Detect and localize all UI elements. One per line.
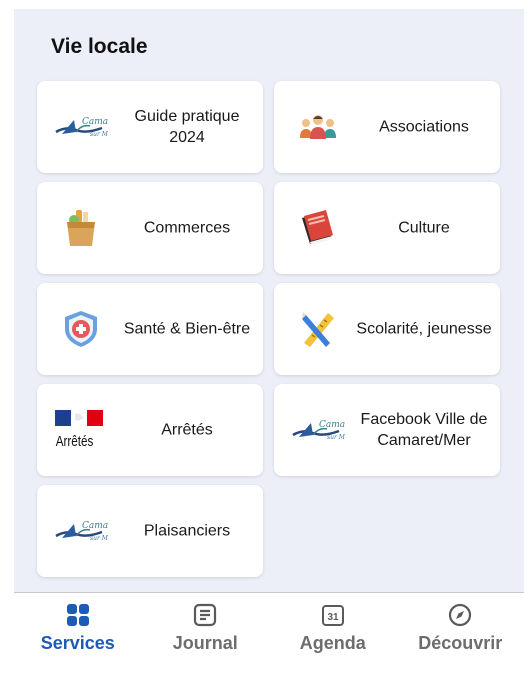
card-plaisanciers[interactable]: Camaret sur Mer Plaisanciers bbox=[37, 485, 263, 577]
camaret-logo-icon: Camaret sur Mer bbox=[290, 406, 346, 454]
compass-icon bbox=[446, 601, 474, 629]
arretes-icon-text: Arrêtés bbox=[56, 433, 94, 450]
svg-text:sur Mer: sur Mer bbox=[327, 434, 345, 441]
card-label: Guide pratique 2024 bbox=[134, 108, 240, 146]
card-label: Associations bbox=[379, 118, 469, 136]
tab-agenda[interactable]: 31 Agenda bbox=[269, 593, 397, 679]
card-label: Santé & Bien-être bbox=[123, 320, 251, 338]
svg-text:Camaret: Camaret bbox=[319, 420, 345, 430]
card-label: Arrêtés bbox=[161, 421, 213, 439]
grid-icon bbox=[64, 601, 92, 629]
card-arretes[interactable]: Arrêtés Arrêtés bbox=[37, 384, 263, 476]
card-label: Plaisanciers bbox=[143, 522, 231, 540]
journal-icon bbox=[191, 601, 219, 629]
camaret-logo-icon: Camaret sur Mer bbox=[53, 507, 109, 555]
bottom-navigation: Services Journal 31 Agenda Découvrir bbox=[14, 592, 524, 679]
card-associations[interactable]: Associations bbox=[274, 81, 500, 173]
card-label: Scolarité, jeunesse bbox=[356, 320, 492, 338]
card-commerces[interactable]: Commerces bbox=[37, 182, 263, 274]
people-group-icon bbox=[290, 103, 346, 151]
card-label: Facebook Ville de Camaret/Mer bbox=[360, 411, 488, 449]
card-label: Commerces bbox=[143, 219, 231, 237]
page-title: Vie locale bbox=[51, 35, 148, 58]
tab-services[interactable]: Services bbox=[14, 593, 142, 679]
tab-decouvrir[interactable]: Découvrir bbox=[397, 593, 525, 679]
svg-text:sur Mer: sur Mer bbox=[90, 535, 108, 542]
tab-label: Services bbox=[40, 633, 115, 653]
ruler-pencil-icon bbox=[290, 305, 346, 353]
card-guide-pratique[interactable]: Camaret sur Mer Guide pratique 2024 bbox=[37, 81, 263, 173]
calendar-icon: 31 bbox=[319, 601, 347, 629]
health-shield-icon bbox=[53, 305, 109, 353]
tab-label: Journal bbox=[172, 633, 238, 653]
card-culture[interactable]: Culture bbox=[274, 182, 500, 274]
card-scolarite[interactable]: Scolarité, jeunesse bbox=[274, 283, 500, 375]
card-sante[interactable]: Santé & Bien-être bbox=[37, 283, 263, 375]
calendar-icon-text: 31 bbox=[327, 612, 339, 623]
card-facebook[interactable]: Camaret sur Mer Facebook Ville de Camare… bbox=[274, 384, 500, 476]
svg-text:sur Mer: sur Mer bbox=[90, 131, 108, 138]
svg-text:Camaret: Camaret bbox=[82, 117, 108, 127]
services-grid: Camaret sur Mer Guide pratique 2024 A bbox=[37, 81, 501, 577]
app-screen: Vie locale Camaret sur Mer Guide pratiqu… bbox=[14, 9, 524, 592]
tab-journal[interactable]: Journal bbox=[142, 593, 270, 679]
tab-label: Découvrir bbox=[418, 633, 503, 653]
svg-text:Camaret: Camaret bbox=[82, 521, 108, 531]
books-icon bbox=[290, 204, 346, 252]
tab-label: Agenda bbox=[299, 633, 366, 653]
grocery-bag-icon bbox=[53, 204, 109, 252]
card-label: Culture bbox=[398, 219, 450, 237]
arretes-flag-icon: Arrêtés bbox=[53, 406, 109, 454]
camaret-logo-icon: Camaret sur Mer bbox=[53, 103, 109, 151]
